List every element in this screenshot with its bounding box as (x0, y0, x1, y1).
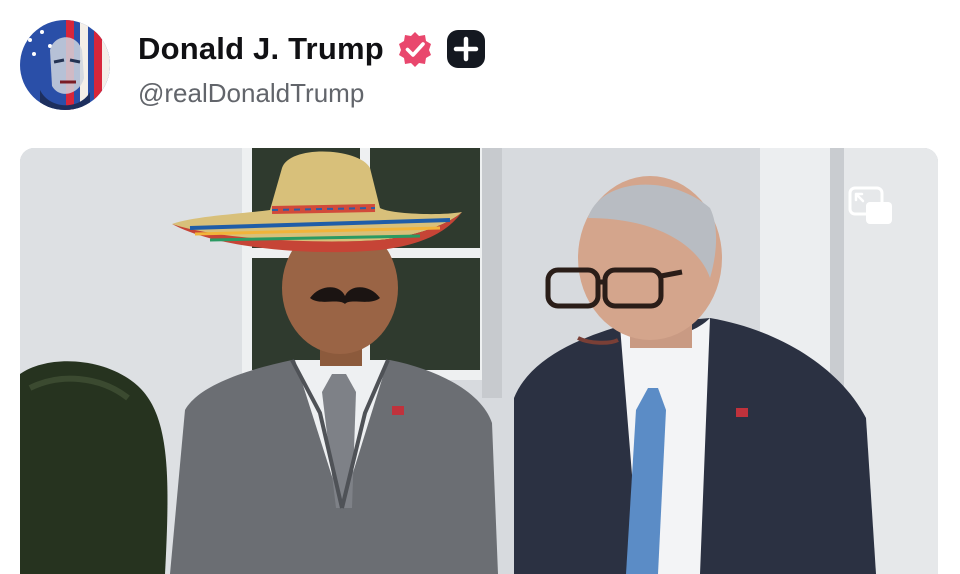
avatar-image (20, 20, 110, 110)
author-handle[interactable]: @realDonaldTrump (138, 78, 364, 109)
picture-in-picture-icon (848, 186, 892, 224)
picture-in-picture-button[interactable] (848, 186, 894, 226)
post-video[interactable] (20, 148, 938, 574)
verified-badge-icon (396, 30, 434, 68)
plus-badge-icon (446, 29, 486, 69)
video-frame (20, 148, 938, 574)
post-header: Donald J. Trump @realDonaldTrump (0, 0, 960, 140)
author-display-name[interactable]: Donald J. Trump (138, 31, 384, 67)
author-avatar[interactable] (20, 20, 110, 110)
name-row: Donald J. Trump (138, 30, 486, 68)
